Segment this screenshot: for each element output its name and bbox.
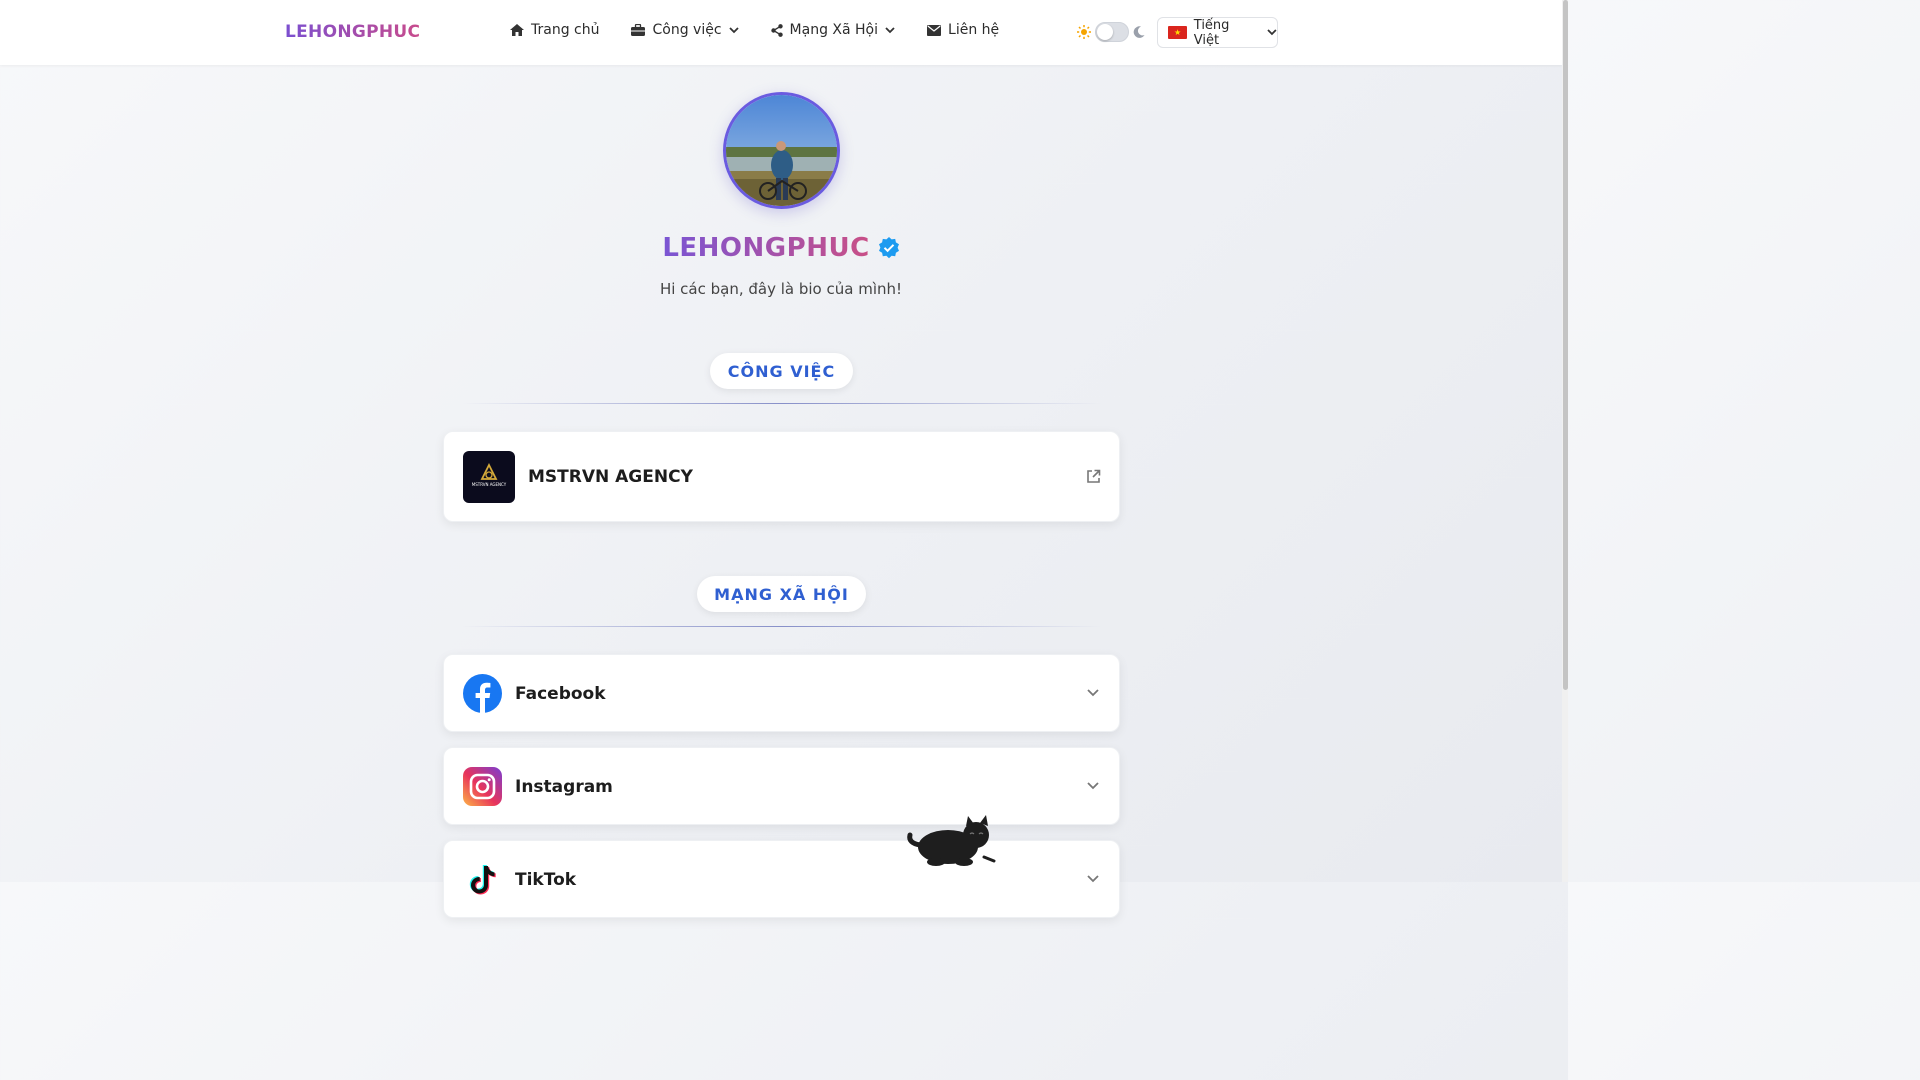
chevron-down-icon[interactable] [1087,875,1099,883]
sun-icon [1077,25,1091,39]
section-title-social: MẠNG XÃ HỘI [697,576,866,612]
profile-avatar [723,92,840,209]
chevron-down-icon [885,26,895,33]
brand-logo[interactable]: LEHONGPHUC [285,22,420,42]
dark-mode-switch[interactable] [1095,22,1129,42]
scrollbar-thumb[interactable] [1563,0,1568,690]
social-card-title: Instagram [515,777,613,797]
social-card-facebook[interactable]: Facebook [443,654,1120,732]
work-card-mstrvn[interactable]: MSTRVN AGENCY MSTRVN AGENCY [443,431,1120,522]
moon-icon [1133,26,1145,38]
social-card-title: Facebook [515,684,606,704]
profile-bio: Hi các bạn, đây là bio của mình! [659,280,903,298]
chevron-down-icon [1267,29,1277,36]
work-card-title: MSTRVN AGENCY [528,467,693,487]
switch-knob [1097,24,1113,40]
section-title-work: CÔNG VIỆC [710,353,853,389]
nav-label-social: Mạng Xã Hội [789,22,879,38]
nav-item-work[interactable]: Công việc [631,22,739,38]
nav-item-contact[interactable]: Liên hệ [927,22,999,38]
main-nav: Trang chủ Công việc Mạng Xã Hội Liên hệ [510,22,1031,38]
vietnam-flag-icon: ★ [1168,26,1187,39]
home-icon [510,24,524,36]
mstrvn-agency-logo: MSTRVN AGENCY [463,451,515,503]
theme-toggle[interactable] [1077,22,1145,42]
chevron-down-icon[interactable] [1087,689,1099,697]
envelope-icon [927,24,942,36]
briefcase-icon [631,24,646,36]
nav-label-work: Công việc [652,22,722,38]
nav-label-contact: Liên hệ [948,22,1000,38]
instagram-icon [463,767,502,806]
facebook-icon [463,674,502,713]
external-link-icon[interactable] [1086,469,1101,484]
top-navbar: LEHONGPHUC Trang chủ Công việc Mạng Xã H… [0,0,1562,65]
social-card-tiktok[interactable]: TikTok [443,840,1120,918]
chevron-down-icon[interactable] [1087,782,1099,790]
nav-label-home: Trang chủ [531,22,600,38]
language-selector[interactable]: ★ Tiếng Việt [1157,17,1278,48]
nav-item-social[interactable]: Mạng Xã Hội [770,22,895,38]
social-card-instagram[interactable]: Instagram [443,747,1120,825]
share-icon [770,23,783,37]
section-divider [462,403,1102,404]
chevron-down-icon [728,26,739,33]
tiktok-icon [469,865,496,895]
profile-name-text: LEHONGPHUC [662,233,870,263]
sleeping-cat-mascot-icon [907,815,996,866]
verified-badge-icon [878,237,899,259]
logo-text: MSTRVN AGENCY [472,482,507,487]
profile-name: LEHONGPHUC [0,233,1562,263]
language-label: Tiếng Việt [1193,17,1230,48]
nav-item-home[interactable]: Trang chủ [510,22,599,38]
section-divider [462,626,1102,627]
social-card-title: TikTok [515,870,577,890]
